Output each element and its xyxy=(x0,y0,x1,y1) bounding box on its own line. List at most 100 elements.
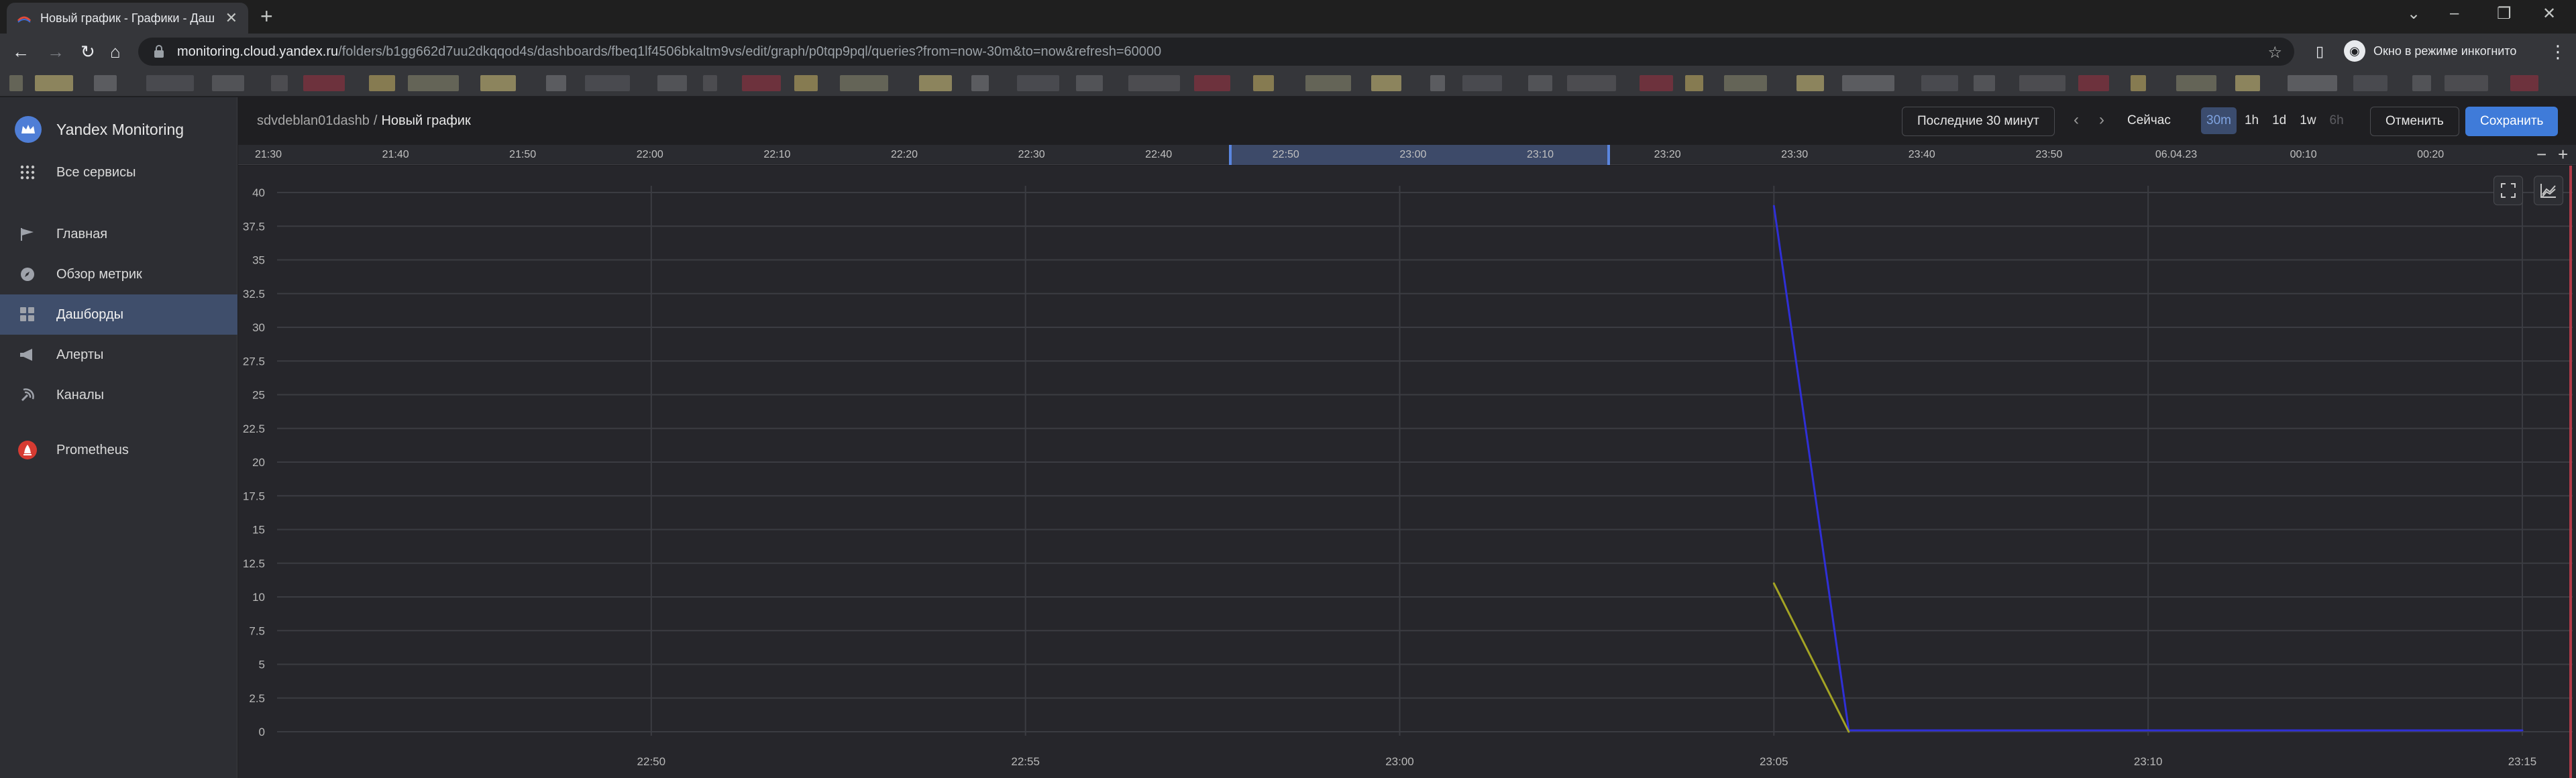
scale-1w-button[interactable]: 1w xyxy=(2294,107,2321,134)
scale-1h-button[interactable]: 1h xyxy=(2239,107,2264,134)
bookmark-item[interactable] xyxy=(919,75,952,91)
bookmark-item[interactable] xyxy=(2078,75,2109,91)
close-window-icon[interactable]: ✕ xyxy=(2542,4,2556,23)
bookmark-item[interactable] xyxy=(794,75,818,91)
address-bar[interactable]: monitoring.cloud.yandex.ru/folders/b1gg6… xyxy=(138,38,2294,66)
bookmark-item[interactable] xyxy=(657,75,687,91)
bookmark-item[interactable] xyxy=(1017,75,1059,91)
bookmark-item[interactable] xyxy=(2176,75,2216,91)
bookmark-item[interactable] xyxy=(1974,75,1995,91)
bookmark-item[interactable] xyxy=(1567,75,1616,91)
scale-6h-button[interactable]: 6h xyxy=(2324,107,2349,134)
bookmark-item[interactable] xyxy=(1528,75,1552,91)
bookmark-item[interactable] xyxy=(212,75,244,91)
time-navigator-tick: 23:20 xyxy=(1654,149,1681,160)
now-button[interactable]: Сейчас xyxy=(2127,113,2171,128)
zoom-out-icon[interactable]: − xyxy=(2536,145,2546,164)
sidebar-item-prometheus[interactable]: Prometheus xyxy=(0,430,237,470)
fullscreen-icon[interactable] xyxy=(2493,176,2523,205)
time-navigator-tick: 21:50 xyxy=(509,149,537,160)
incognito-indicator[interactable]: ◉ Окно в режиме инкогнито xyxy=(2344,40,2516,62)
bookmark-item[interactable] xyxy=(271,75,288,91)
bookmark-item[interactable] xyxy=(1724,75,1767,91)
back-icon[interactable]: ← xyxy=(12,42,30,62)
chart-type-icon[interactable] xyxy=(2534,176,2563,205)
restore-icon[interactable]: ❐ xyxy=(2497,4,2512,23)
bookmark-item[interactable] xyxy=(585,75,630,91)
y-tick-label: 17.5 xyxy=(243,490,265,502)
chevron-right-icon[interactable]: › xyxy=(2099,111,2104,129)
bookmark-item[interactable] xyxy=(2288,75,2337,91)
bookmark-item[interactable] xyxy=(1194,75,1230,91)
bookmark-item[interactable] xyxy=(369,75,395,91)
time-range-select[interactable]: Последние 30 минут xyxy=(1902,107,2055,136)
side-panel-icon[interactable]: ▯ xyxy=(2316,42,2324,62)
tab-close-icon[interactable]: ✕ xyxy=(225,9,237,27)
bookmark-item[interactable] xyxy=(1371,75,1401,91)
bookmark-item[interactable] xyxy=(2412,75,2431,91)
sidebar-item-alerts[interactable]: Алерты xyxy=(0,335,237,375)
scale-1d-button[interactable]: 1d xyxy=(2267,107,2292,134)
sidebar-item-home[interactable]: Главная xyxy=(0,214,237,254)
bookmark-item[interactable] xyxy=(1796,75,1824,91)
bookmark-item[interactable] xyxy=(9,75,23,91)
bookmark-item[interactable] xyxy=(1253,75,1274,91)
bookmark-item[interactable] xyxy=(2131,75,2146,91)
bookmark-item[interactable] xyxy=(303,75,345,91)
reload-icon[interactable]: ↻ xyxy=(80,42,95,62)
bookmark-item[interactable] xyxy=(1128,75,1180,91)
bookmark-item[interactable] xyxy=(1921,75,1958,91)
yandex-favicon-icon xyxy=(17,16,31,23)
bookmark-item[interactable] xyxy=(35,75,73,91)
sidebar-item-channels[interactable]: Каналы xyxy=(0,375,237,415)
new-tab-icon[interactable]: + xyxy=(260,5,273,27)
save-button[interactable]: Сохранить xyxy=(2465,107,2559,136)
bookmark-item[interactable] xyxy=(1305,75,1351,91)
tab-search-icon[interactable]: ⌄ xyxy=(2407,4,2420,23)
time-navigator-tick: 21:30 xyxy=(254,149,282,160)
breadcrumb-dashboard-link[interactable]: sdvdeblan01dashb xyxy=(257,113,370,128)
bookmark-item[interactable] xyxy=(1640,75,1673,91)
bookmark-item[interactable] xyxy=(1076,75,1103,91)
browser-tab[interactable]: Новый график - Графики - Даш ✕ xyxy=(7,3,248,34)
chevron-left-icon[interactable]: ‹ xyxy=(2074,111,2079,129)
home-icon[interactable]: ⌂ xyxy=(110,42,121,62)
minimize-icon[interactable]: – xyxy=(2450,4,2459,23)
bookmark-item[interactable] xyxy=(408,75,459,91)
bookmark-item[interactable] xyxy=(971,75,989,91)
bookmark-star-icon[interactable]: ☆ xyxy=(2267,43,2282,62)
bookmark-item[interactable] xyxy=(1462,75,1502,91)
bookmark-item[interactable] xyxy=(1685,75,1703,91)
zoom-in-icon[interactable]: + xyxy=(2558,145,2568,164)
time-navigator-tick: 00:20 xyxy=(2417,149,2445,160)
sidebar-item-dashboards[interactable]: Дашборды xyxy=(0,294,237,335)
bookmark-item[interactable] xyxy=(2445,75,2488,91)
line-chart[interactable]: 0 2.5 5 7.5 10 12.5 15 17.5 20 22.5 25 27.5 30 32.5 35… xyxy=(238,166,2576,778)
bookmark-item[interactable] xyxy=(94,75,117,91)
chart-area[interactable]: 0 2.5 5 7.5 10 12.5 15 17.5 20 22.5 25 27.5 30 32.5 35… xyxy=(238,166,2576,778)
bookmark-item[interactable] xyxy=(546,75,566,91)
lock-icon xyxy=(154,45,164,58)
forward-icon[interactable]: → xyxy=(47,42,64,62)
bookmark-item[interactable] xyxy=(2510,75,2538,91)
y-tick-label: 27.5 xyxy=(243,355,265,368)
y-tick-label: 22.5 xyxy=(243,423,265,435)
scale-30m-button[interactable]: 30m xyxy=(2201,107,2237,134)
sidebar-item-all-services[interactable]: Все сервисы xyxy=(0,152,237,192)
bookmark-item[interactable] xyxy=(1842,75,1894,91)
bookmark-item[interactable] xyxy=(703,75,717,91)
bookmark-item[interactable] xyxy=(2353,75,2387,91)
sidebar-item-metrics[interactable]: Обзор метрик xyxy=(0,254,237,294)
bookmark-item[interactable] xyxy=(2019,75,2065,91)
x-tick-label: 22:50 xyxy=(637,755,666,768)
time-navigator[interactable]: − + 21:30 21:40 21:50 22:00 22:10 22:20 22:30 2… xyxy=(238,145,2576,165)
bookmark-item[interactable] xyxy=(146,75,194,91)
bookmark-item[interactable] xyxy=(742,75,781,91)
bookmark-item[interactable] xyxy=(1430,75,1445,91)
brand[interactable]: Yandex Monitoring xyxy=(15,116,184,143)
bookmark-item[interactable] xyxy=(480,75,516,91)
bookmark-item[interactable] xyxy=(2235,75,2260,91)
browser-menu-icon[interactable]: ⋮ xyxy=(2549,42,2567,62)
bookmark-item[interactable] xyxy=(840,75,888,91)
cancel-button[interactable]: Отменить xyxy=(2370,107,2459,136)
